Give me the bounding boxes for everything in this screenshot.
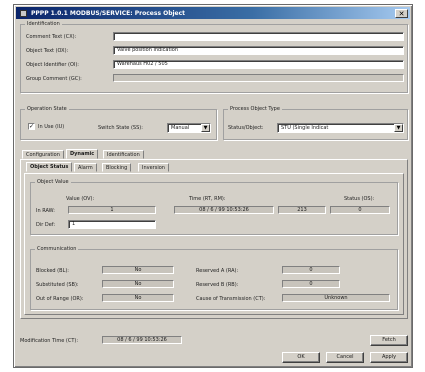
tab-dynamic[interactable]: Dynamic [66,149,99,159]
communication-legend: Communication [37,246,77,252]
blocked-label: Blocked (BL): [36,268,69,274]
object-text-input[interactable]: Valve position indication [113,46,404,55]
tab-inversion[interactable]: Inversion [138,163,169,172]
switch-state-select[interactable]: Manual ▼ [167,123,211,133]
object-identifier-label: Object Identifier (OI): [26,62,79,68]
tab-blocking[interactable]: Blocking [102,163,132,172]
object-identifier-input[interactable]: Warehaus H02 / 505 [113,60,404,69]
app-icon [20,9,27,17]
apply-button[interactable]: Apply [370,352,408,363]
out-of-range-field: No [102,294,174,302]
raw-row-label: In RAW: [36,208,55,214]
object-text-label: Object Text (OX): [26,48,69,54]
in-use-label: In Use (IU) [38,124,65,130]
identification-legend: Identification [27,21,60,27]
dir-def-label: Dir Def: [36,222,56,228]
comment-text-label: Comment Text (CX): [26,34,77,40]
close-button[interactable]: ✕ [395,8,408,18]
tab-identification[interactable]: Identification [103,150,144,159]
switch-state-label: Switch State (SS): [98,125,143,131]
status-object-label: Status/Object: [228,125,264,131]
reserved-b-field: 0 [282,280,340,288]
group-comment-label: Group Comment (GC): [26,76,82,82]
substituted-field: No [102,280,174,288]
tab-configuration[interactable]: Configuration [22,150,64,159]
object-time-ms-field: 213 [278,206,326,214]
out-of-range-label: Out of Range (OR): [36,296,84,302]
status-object-select[interactable]: STU (Single Indicat ▼ [277,123,404,133]
ok-button[interactable]: OK [282,352,320,363]
reserved-a-label: Reserved A (RA): [196,268,239,274]
group-comment-field [113,74,404,82]
cause-of-transmission-label: Cause of Transmission (CT): [196,296,266,302]
substituted-label: Substituted (SB): [36,282,79,288]
cancel-button[interactable]: Cancel [326,352,364,363]
time-column-header: Time (RT, RM): [189,196,226,202]
status-object-value: STU (Single Indicat [281,125,329,131]
process-object-type-legend: Process Object Type [230,106,280,112]
title-bar[interactable]: PPPP 1.0.1 MODBUS/SERVICE: Process Objec… [16,7,410,19]
reserved-a-field: 0 [282,266,340,274]
object-value-legend: Object Value [37,179,69,185]
value-column-header: Value (OV): [66,196,95,202]
reserved-b-label: Reserved B (RB): [196,282,239,288]
dir-def-input[interactable]: 1 [68,220,156,229]
cause-of-transmission-field: Unknown [282,294,390,302]
blocked-field: No [102,266,174,274]
modification-time-label: Modification Time (CT): [20,338,79,344]
window-title: PPPP 1.0.1 MODBUS/SERVICE: Process Objec… [31,9,186,17]
switch-state-value: Manual [171,125,190,131]
process-object-window: PPPP 1.0.1 MODBUS/SERVICE: Process Objec… [13,4,413,368]
object-value-field: 1 [68,206,156,214]
object-status-field: 0 [330,206,390,214]
in-use-checkbox[interactable]: ✓ [28,123,35,130]
status-column-header: Status (OS): [344,196,375,202]
object-time-field: 08 / 6 / 99 10:53:26 [174,206,274,214]
tab-object-status[interactable]: Object Status [26,162,73,172]
operation-state-legend: Operation State [27,106,67,112]
tab-alarm[interactable]: Alarm [74,163,97,172]
fetch-button[interactable]: Fetch [370,335,408,346]
comment-text-input[interactable] [113,32,404,41]
chevron-down-icon[interactable]: ▼ [394,124,403,132]
modification-time-field: 08 / 6 / 99 10:53:26 [102,336,182,344]
chevron-down-icon[interactable]: ▼ [201,124,210,132]
